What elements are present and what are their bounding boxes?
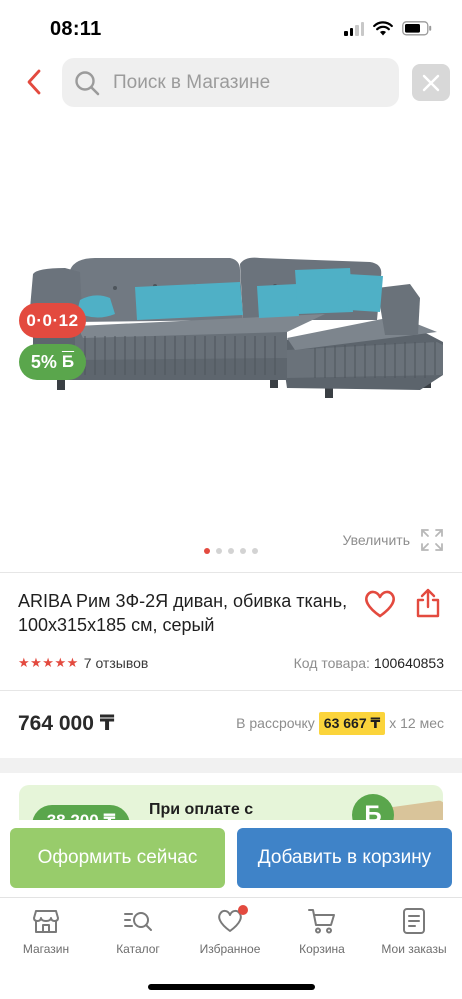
pagination-dot[interactable] (240, 548, 246, 554)
close-icon (422, 74, 440, 91)
product-image (29, 257, 443, 398)
countdown-badge: 0·0·12 (19, 303, 86, 338)
favorite-button[interactable] (363, 589, 397, 619)
notification-dot (238, 905, 248, 915)
pagination-dot[interactable] (204, 548, 210, 554)
search-input[interactable]: Поиск в Магазине (62, 58, 399, 107)
tab-shop[interactable]: Магазин (0, 906, 92, 956)
pagination-dot[interactable] (252, 548, 258, 554)
product-code-label: Код товара: (293, 655, 370, 671)
product-price: 764 000 ₸ (18, 711, 115, 735)
shop-icon (31, 906, 61, 936)
back-button[interactable] (18, 66, 50, 98)
divider (0, 690, 462, 691)
tab-label: Каталог (116, 942, 160, 956)
reviews-link[interactable]: 7 отзывов (84, 655, 149, 671)
tab-orders[interactable]: Мои заказы (368, 906, 460, 956)
orders-icon (399, 906, 429, 936)
product-title: ARIBA Рим 3Ф-2Я диван, обивка ткань, 100… (18, 591, 348, 635)
tab-label: Мои заказы (381, 942, 447, 956)
installment-term: x 12 мес (389, 715, 444, 731)
expand-icon (421, 529, 443, 551)
search-placeholder: Поиск в Магазине (113, 71, 271, 93)
product-code: Код товара: 100640853 (294, 655, 444, 671)
wifi-icon (373, 21, 393, 36)
add-to-cart-button[interactable]: Добавить в корзину (237, 828, 452, 888)
back-arrow-icon (27, 69, 41, 95)
pagination-dot[interactable] (216, 548, 222, 554)
installment-label: В рассрочку (236, 715, 315, 731)
price-row: 764 000 ₸ В рассрочку 63 667 ₸ x 12 мес (18, 705, 444, 741)
heart-icon (365, 590, 395, 618)
search-icon (74, 70, 100, 96)
gallery-pagination (204, 548, 258, 554)
status-icons (344, 21, 432, 36)
star-rating: ★★★★★ (18, 655, 79, 670)
buy-now-button[interactable]: Оформить сейчас (10, 828, 225, 888)
tab-catalog[interactable]: Каталог (92, 906, 184, 956)
tab-cart[interactable]: Корзина (276, 906, 368, 956)
divider (0, 572, 462, 573)
signal-icon (344, 21, 364, 36)
bonus-symbol: Б (61, 352, 75, 371)
heart-icon (215, 905, 248, 936)
zoom-label: Увеличить (342, 532, 410, 548)
tab-label: Корзина (299, 942, 345, 956)
action-bar: Оформить сейчас Добавить в корзину (0, 820, 462, 900)
zoom-button[interactable]: Увеличить (342, 528, 444, 552)
home-indicator (148, 984, 315, 990)
section-separator (0, 758, 462, 773)
product-gallery[interactable]: 0·0·12 5% Б Увеличить (0, 120, 462, 568)
product-code-value: 100640853 (373, 655, 444, 671)
installment-amount: 63 667 ₸ (318, 711, 386, 735)
close-button[interactable] (412, 64, 450, 101)
rating-row: ★★★★★ 7 отзывов Код товара: 100640853 (18, 652, 444, 674)
bonus-badge: 5% Б (19, 344, 86, 380)
status-time: 08:11 (50, 18, 102, 40)
search-row: Поиск в Магазине (0, 58, 462, 108)
installment-info[interactable]: В рассрочку 63 667 ₸ x 12 мес (236, 711, 444, 735)
bonus-value: 5% (30, 351, 57, 372)
cart-icon (307, 906, 337, 936)
status-bar: 08:11 (0, 0, 462, 55)
tab-label: Избранное (199, 942, 261, 956)
tab-label: Магазин (22, 942, 70, 956)
promo-text: При оплате с (149, 801, 254, 818)
pagination-dot[interactable] (228, 548, 234, 554)
catalog-search-icon (123, 906, 153, 936)
share-button[interactable] (413, 587, 443, 619)
share-icon (416, 588, 440, 618)
tab-favorites[interactable]: Избранное (184, 905, 276, 956)
battery-icon (402, 21, 432, 36)
